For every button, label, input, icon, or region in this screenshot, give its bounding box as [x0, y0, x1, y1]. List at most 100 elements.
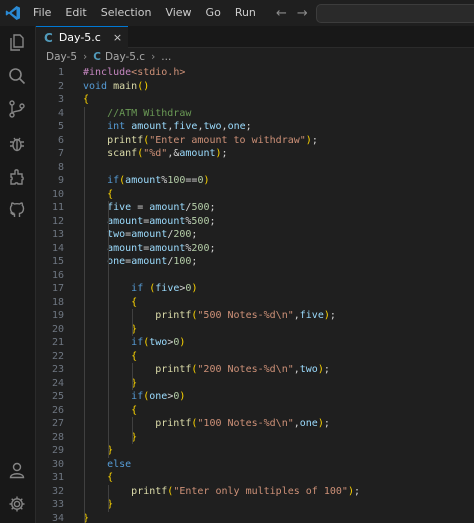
code-line[interactable]: 20 } — [36, 323, 474, 337]
code-line[interactable]: 33 } — [36, 498, 474, 512]
explorer-icon[interactable] — [5, 30, 29, 54]
code-line[interactable]: 24 } — [36, 377, 474, 391]
code-line[interactable]: 26 { — [36, 404, 474, 418]
code-line[interactable]: 25 if(one>0) — [36, 390, 474, 404]
source-control-icon[interactable] — [5, 97, 29, 121]
breadcrumb-folder[interactable]: Day-5 — [46, 51, 77, 63]
line-number: 29 — [51, 445, 64, 456]
code-line[interactable]: 17 if (five>0) — [36, 282, 474, 296]
close-icon[interactable]: × — [113, 31, 122, 44]
settings-gear-icon[interactable] — [5, 492, 29, 516]
line-number: 20 — [51, 323, 64, 335]
code-text: { — [107, 188, 114, 200]
line-number: 12 — [51, 215, 64, 227]
navigation-arrows: ← → — [276, 0, 308, 26]
line-number: 21 — [51, 337, 64, 348]
line-number: 10 — [51, 188, 64, 200]
code-line[interactable]: 2 void main() — [36, 80, 474, 94]
code-text: { — [131, 350, 138, 362]
code-text: if(amount%100==0) — [107, 175, 210, 186]
chevron-right-icon: › — [83, 51, 88, 63]
code-line[interactable]: 27 printf("100 Notes-%d\n",one); — [36, 417, 474, 431]
code-text: printf("Enter amount to withdraw"); — [107, 134, 318, 146]
breadcrumb-file[interactable]: Day-5.c — [105, 51, 145, 63]
code-text: { — [131, 404, 138, 416]
line-number: 26 — [51, 404, 64, 416]
code-line[interactable]: 10 { — [36, 188, 474, 202]
extensions-icon[interactable] — [5, 165, 29, 189]
code-text: } — [131, 323, 138, 335]
code-line[interactable]: 23 printf("200 Notes-%d\n",two); — [36, 363, 474, 377]
code-line[interactable]: 19 printf("500 Notes-%d\n",five); — [36, 309, 474, 323]
menu-edit[interactable]: Edit — [58, 0, 93, 26]
indent-guide — [132, 417, 134, 444]
code-text: else — [107, 458, 132, 470]
code-line[interactable]: 21 if(two>0) — [36, 336, 474, 350]
code-line[interactable]: 29 } — [36, 444, 474, 458]
forward-arrow-icon[interactable]: → — [297, 6, 308, 21]
github-icon[interactable] — [5, 198, 29, 222]
breadcrumb-more[interactable]: ... — [161, 51, 171, 63]
menu-file[interactable]: File — [26, 0, 58, 26]
vscode-logo-icon[interactable] — [0, 0, 26, 26]
code-line[interactable]: 14 amount=amount%200; — [36, 242, 474, 256]
code-text: five = amount/500; — [107, 202, 216, 213]
indent-guide — [108, 484, 110, 512]
code-line[interactable]: 15 one=amount/100; — [36, 255, 474, 269]
line-number: 6 — [57, 134, 64, 146]
code-line[interactable]: 9 if(amount%100==0) — [36, 174, 474, 188]
activity-bar — [0, 26, 36, 523]
account-icon[interactable] — [5, 458, 29, 482]
line-number: 32 — [51, 485, 64, 497]
line-number: 31 — [51, 472, 64, 483]
code-line[interactable]: 5 int amount,five,two,one; — [36, 120, 474, 134]
c-file-icon: C — [93, 51, 101, 63]
code-line[interactable]: 34} — [36, 512, 474, 523]
run-debug-icon[interactable] — [5, 132, 29, 156]
line-number: 14 — [51, 242, 64, 254]
code-line[interactable]: 28 } — [36, 431, 474, 445]
code-line[interactable]: 16 — [36, 269, 474, 283]
line-number: 9 — [57, 175, 64, 186]
command-center-search[interactable] — [316, 4, 474, 23]
code-line[interactable]: 32 printf("Enter only multiples of 100")… — [36, 485, 474, 499]
line-number: 5 — [57, 121, 64, 132]
menu-go[interactable]: Go — [199, 0, 228, 26]
code-text: { — [107, 472, 114, 483]
code-line[interactable]: 7 scanf("%d",&amount); — [36, 147, 474, 161]
code-text: amount=amount%500; — [107, 215, 216, 227]
code-line[interactable]: 22 { — [36, 350, 474, 364]
code-line[interactable]: 1 #include<stdio.h> — [36, 66, 474, 80]
tab-day-5-c[interactable]: C Day-5.c × — [36, 26, 128, 48]
line-number: 19 — [51, 310, 64, 321]
code-line[interactable]: 31 { — [36, 471, 474, 485]
line-number: 30 — [51, 458, 64, 470]
line-number: 23 — [51, 364, 64, 375]
menu-selection[interactable]: Selection — [94, 0, 159, 26]
line-number: 28 — [51, 431, 64, 443]
code-line[interactable]: 18 { — [36, 296, 474, 310]
code-text: two=amount/200; — [107, 229, 198, 240]
code-line[interactable]: 3{ — [36, 93, 474, 107]
code-text: printf("100 Notes-%d\n",one); — [155, 418, 330, 429]
code-text: void main() — [83, 80, 150, 92]
menu-run[interactable]: Run — [228, 0, 263, 26]
code-line[interactable]: 12 amount=amount%500; — [36, 215, 474, 229]
menu-view[interactable]: View — [158, 0, 198, 26]
back-arrow-icon[interactable]: ← — [276, 6, 287, 21]
line-number: 24 — [51, 377, 64, 389]
indent-guide — [84, 106, 85, 523]
c-file-icon: C — [44, 30, 53, 45]
line-number: 17 — [51, 283, 64, 294]
code-line[interactable]: 4 //ATM Withdraw — [36, 107, 474, 121]
code-line[interactable]: 11 five = amount/500; — [36, 201, 474, 215]
code-text: if (five>0) — [131, 283, 198, 294]
indent-guide — [108, 201, 110, 458]
code-line[interactable]: 13 two=amount/200; — [36, 228, 474, 242]
code-line[interactable]: 8 — [36, 161, 474, 175]
code-text: one=amount/100; — [107, 256, 198, 267]
code-line[interactable]: 6 printf("Enter amount to withdraw"); — [36, 134, 474, 148]
code-editor[interactable]: 1 #include<stdio.h> 2 void main() 3{4 //ATM … — [36, 66, 474, 523]
code-line[interactable]: 30 else — [36, 458, 474, 472]
search-icon[interactable] — [5, 64, 29, 88]
